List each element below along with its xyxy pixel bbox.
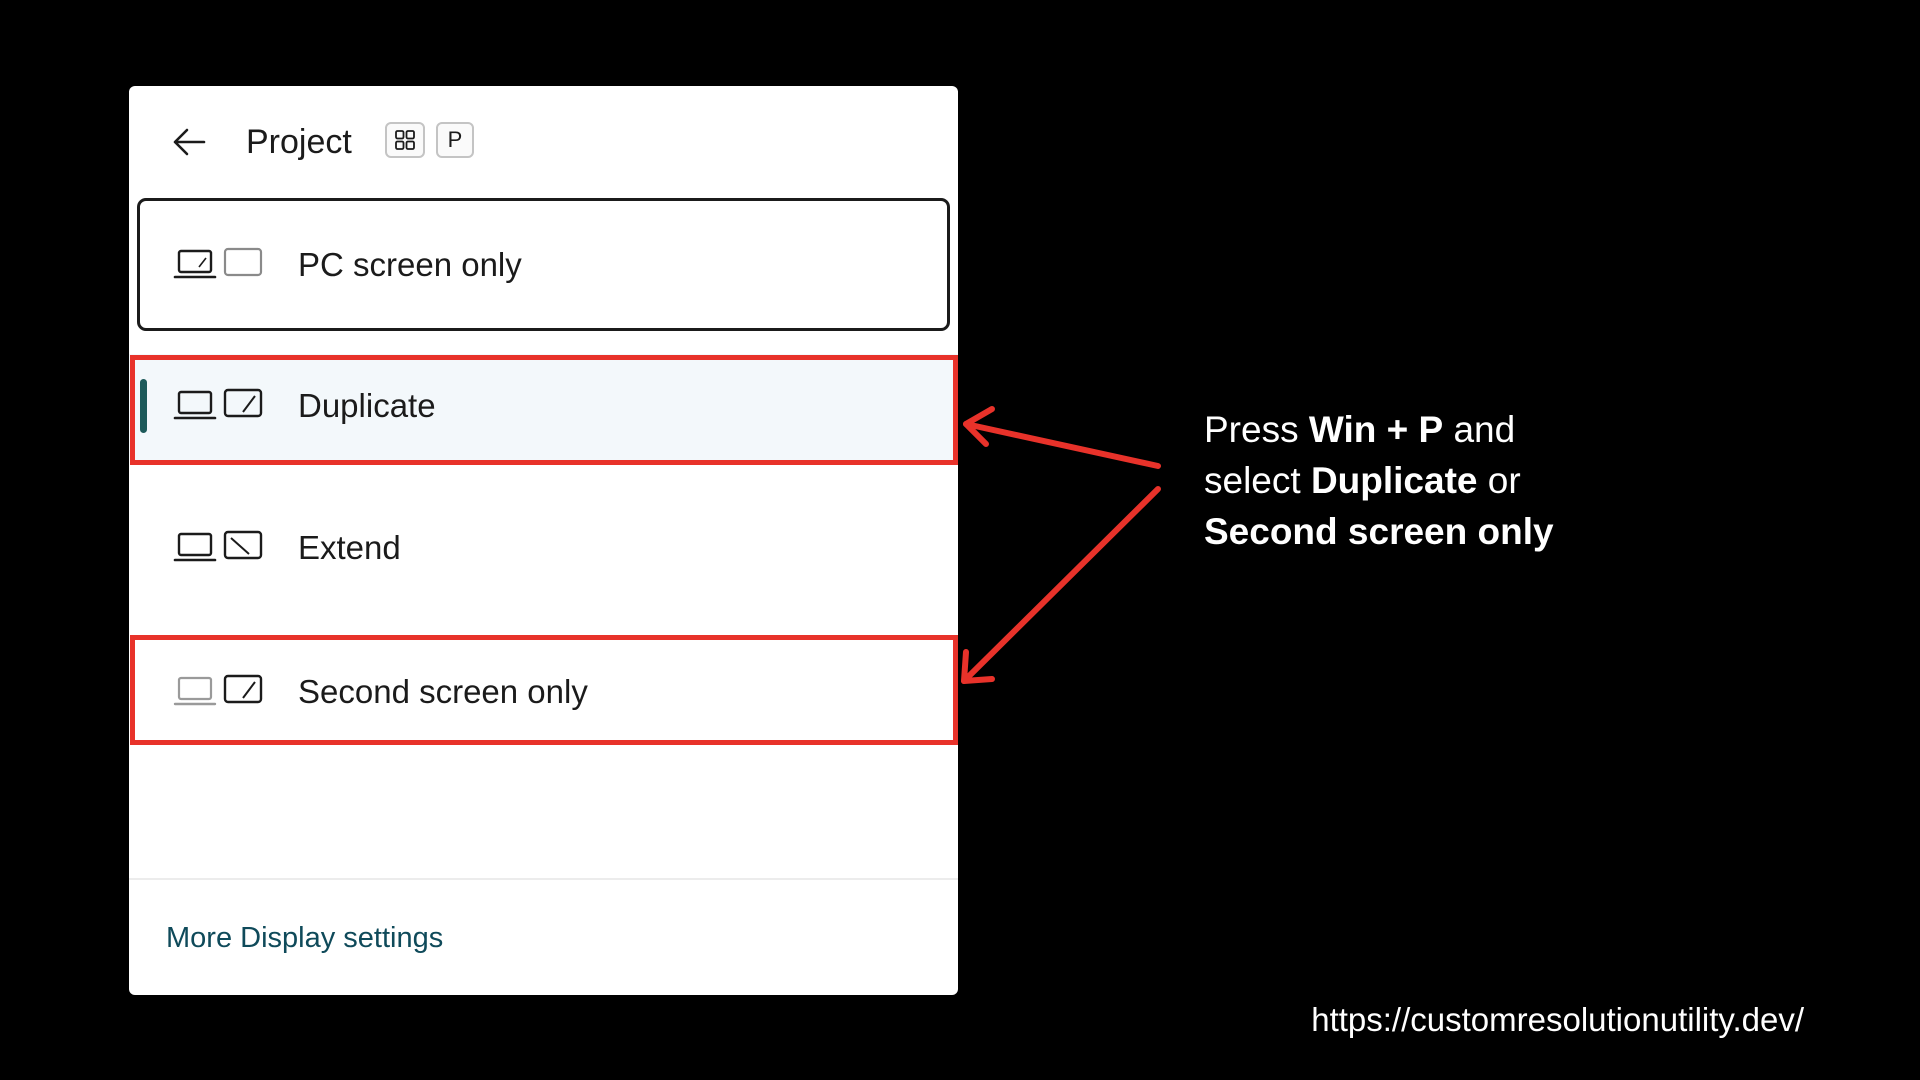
stage: Project P PC screen only Duplicate Exten… [0, 0, 1920, 1080]
arrow-to-duplicate [963, 406, 1161, 469]
option-label: Extend [298, 529, 401, 566]
project-flyout: Project P PC screen only Duplicate Exten… [129, 86, 958, 995]
more-display-settings-link[interactable]: More Display settings [166, 918, 443, 958]
arrow-to-second-screen [961, 486, 1161, 684]
option-extend[interactable]: Extend [129, 496, 958, 606]
source-url: https://customresolutionutility.dev/ [1311, 1001, 1804, 1038]
p-key-badge: P [436, 122, 474, 158]
monitor-extend-icon [223, 530, 263, 560]
laptop-icon [173, 390, 217, 420]
monitor-inactive-icon [223, 247, 263, 277]
flyout-title: Project [246, 123, 352, 161]
option-label: Duplicate [298, 387, 436, 424]
option-label: PC screen only [298, 246, 522, 283]
callout-line-2: select Duplicate or [1204, 460, 1521, 501]
laptop-inactive-icon [173, 676, 217, 706]
second-screen-only-icon [173, 674, 263, 708]
extend-icon [173, 530, 263, 564]
back-arrow-icon [173, 128, 206, 156]
option-second-screen-only[interactable]: Second screen only [129, 636, 958, 746]
monitor-active-icon [223, 388, 263, 418]
option-pc-screen-only[interactable]: PC screen only [137, 198, 950, 331]
callout-line-3: Second screen only [1204, 511, 1554, 552]
laptop-icon [173, 249, 217, 279]
laptop-icon [173, 532, 217, 562]
instruction-callout: Press Win + P and select Duplicate or Se… [1204, 404, 1804, 557]
selection-indicator [140, 379, 147, 433]
option-duplicate[interactable]: Duplicate [129, 354, 958, 460]
duplicate-icon [173, 388, 263, 422]
windows-key-badge [385, 122, 425, 158]
back-button[interactable] [165, 118, 213, 166]
pc-screen-only-icon [173, 247, 263, 281]
footer-divider [129, 878, 958, 880]
windows-logo-icon [395, 130, 415, 150]
flyout-header: Project P [129, 86, 958, 196]
monitor-active-icon [223, 674, 263, 704]
callout-line-1: Press Win + P and [1204, 409, 1516, 450]
option-label: Second screen only [298, 673, 588, 710]
